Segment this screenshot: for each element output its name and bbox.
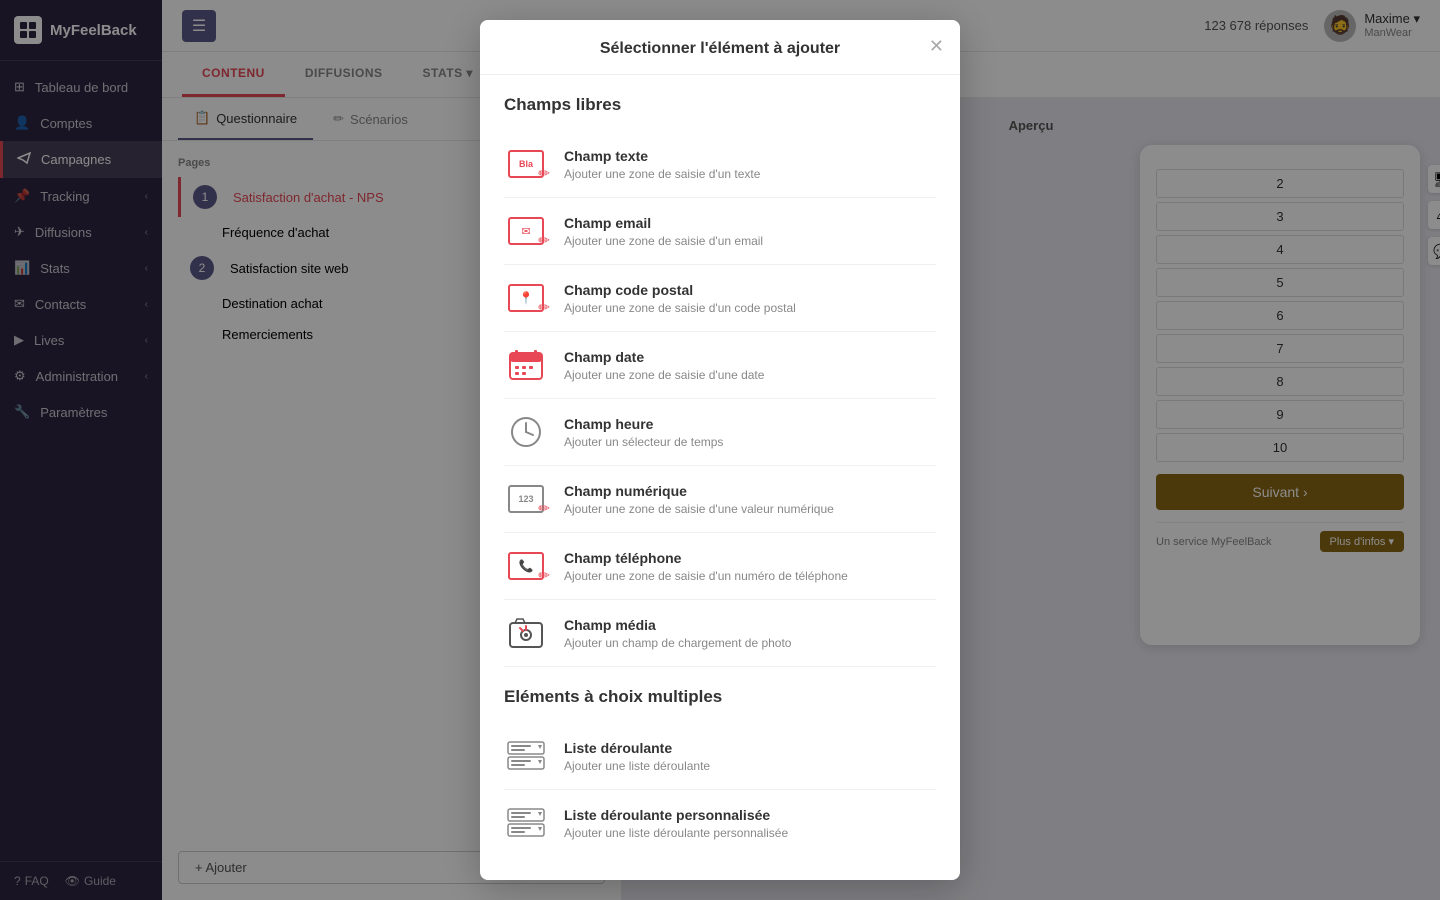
field-item-champ-date[interactable]: Champ date Ajouter une zone de saisie d'… (504, 332, 936, 399)
postal-field-info: Champ code postal Ajouter une zone de sa… (564, 282, 936, 315)
date-field-name: Champ date (564, 349, 936, 365)
media-field-info: Champ média Ajouter un champ de chargeme… (564, 617, 936, 650)
numeric-field-info: Champ numérique Ajouter une zone de sais… (564, 483, 936, 516)
dropdown-custom-field-icon (504, 804, 548, 842)
text-field-info: Champ texte Ajouter une zone de saisie d… (564, 148, 936, 181)
date-field-icon (504, 346, 548, 384)
postal-field-desc: Ajouter une zone de saisie d'un code pos… (564, 301, 936, 315)
date-field-info: Champ date Ajouter une zone de saisie d'… (564, 349, 936, 382)
field-item-champ-telephone[interactable]: 📞 ✏ Champ téléphone Ajouter une zone de … (504, 533, 936, 600)
heure-field-desc: Ajouter un sélecteur de temps (564, 435, 936, 449)
field-item-champ-email[interactable]: ✉ ✏ Champ email Ajouter une zone de sais… (504, 198, 936, 265)
email-field-name: Champ email (564, 215, 936, 231)
add-element-modal: Sélectionner l'élément à ajouter ✕ Champ… (480, 20, 960, 880)
modal-header: Sélectionner l'élément à ajouter ✕ (480, 20, 960, 75)
email-field-icon: ✉ ✏ (504, 212, 548, 250)
email-field-info: Champ email Ajouter une zone de saisie d… (564, 215, 936, 248)
postal-field-icon: 📍 ✏ (504, 279, 548, 317)
modal-close-button[interactable]: ✕ (929, 36, 944, 57)
postal-field-name: Champ code postal (564, 282, 936, 298)
text-field-name: Champ texte (564, 148, 936, 164)
numeric-field-name: Champ numérique (564, 483, 936, 499)
telephone-field-info: Champ téléphone Ajouter une zone de sais… (564, 550, 936, 583)
media-field-desc: Ajouter un champ de chargement de photo (564, 636, 936, 650)
email-field-desc: Ajouter une zone de saisie d'un email (564, 234, 936, 248)
dropdown-custom-field-desc: Ajouter une liste déroulante personnalis… (564, 826, 936, 840)
text-field-icon: Bla ✏ (504, 145, 548, 183)
field-item-champ-media[interactable]: Champ média Ajouter un champ de chargeme… (504, 600, 936, 667)
numeric-field-desc: Ajouter une zone de saisie d'une valeur … (564, 502, 936, 516)
field-item-champ-heure[interactable]: Champ heure Ajouter un sélecteur de temp… (504, 399, 936, 466)
media-field-icon (504, 614, 548, 652)
dropdown-custom-field-info: Liste déroulante personnalisée Ajouter u… (564, 807, 936, 840)
telephone-field-desc: Ajouter une zone de saisie d'un numéro d… (564, 569, 936, 583)
dropdown-field-icon (504, 737, 548, 775)
telephone-field-icon: 📞 ✏ (504, 547, 548, 585)
field-item-liste-deroulante-perso[interactable]: Liste déroulante personnalisée Ajouter u… (504, 790, 936, 856)
field-item-liste-deroulante[interactable]: Liste déroulante Ajouter une liste dérou… (504, 723, 936, 790)
heure-field-info: Champ heure Ajouter un sélecteur de temp… (564, 416, 936, 449)
modal-body: Champs libres Bla ✏ Champ texte Ajouter … (480, 75, 960, 880)
telephone-field-name: Champ téléphone (564, 550, 936, 566)
dropdown-field-info: Liste déroulante Ajouter une liste dérou… (564, 740, 936, 773)
field-item-champ-texte[interactable]: Bla ✏ Champ texte Ajouter une zone de sa… (504, 131, 936, 198)
date-field-desc: Ajouter une zone de saisie d'une date (564, 368, 936, 382)
dropdown-field-name: Liste déroulante (564, 740, 936, 756)
media-field-name: Champ média (564, 617, 936, 633)
dropdown-custom-field-name: Liste déroulante personnalisée (564, 807, 936, 823)
modal-title: Sélectionner l'élément à ajouter (600, 40, 840, 57)
field-item-champ-numerique[interactable]: 123 ✏ Champ numérique Ajouter une zone d… (504, 466, 936, 533)
modal-overlay: Sélectionner l'élément à ajouter ✕ Champ… (0, 0, 1440, 900)
heure-field-name: Champ heure (564, 416, 936, 432)
dropdown-field-desc: Ajouter une liste déroulante (564, 759, 936, 773)
heure-field-icon (504, 413, 548, 451)
field-item-code-postal[interactable]: 📍 ✏ Champ code postal Ajouter une zone d… (504, 265, 936, 332)
section-choix-multiples-title: Eléments à choix multiples (504, 687, 936, 707)
numeric-field-icon: 123 ✏ (504, 480, 548, 518)
section-champs-libres-title: Champs libres (504, 95, 936, 115)
text-field-desc: Ajouter une zone de saisie d'un texte (564, 167, 936, 181)
